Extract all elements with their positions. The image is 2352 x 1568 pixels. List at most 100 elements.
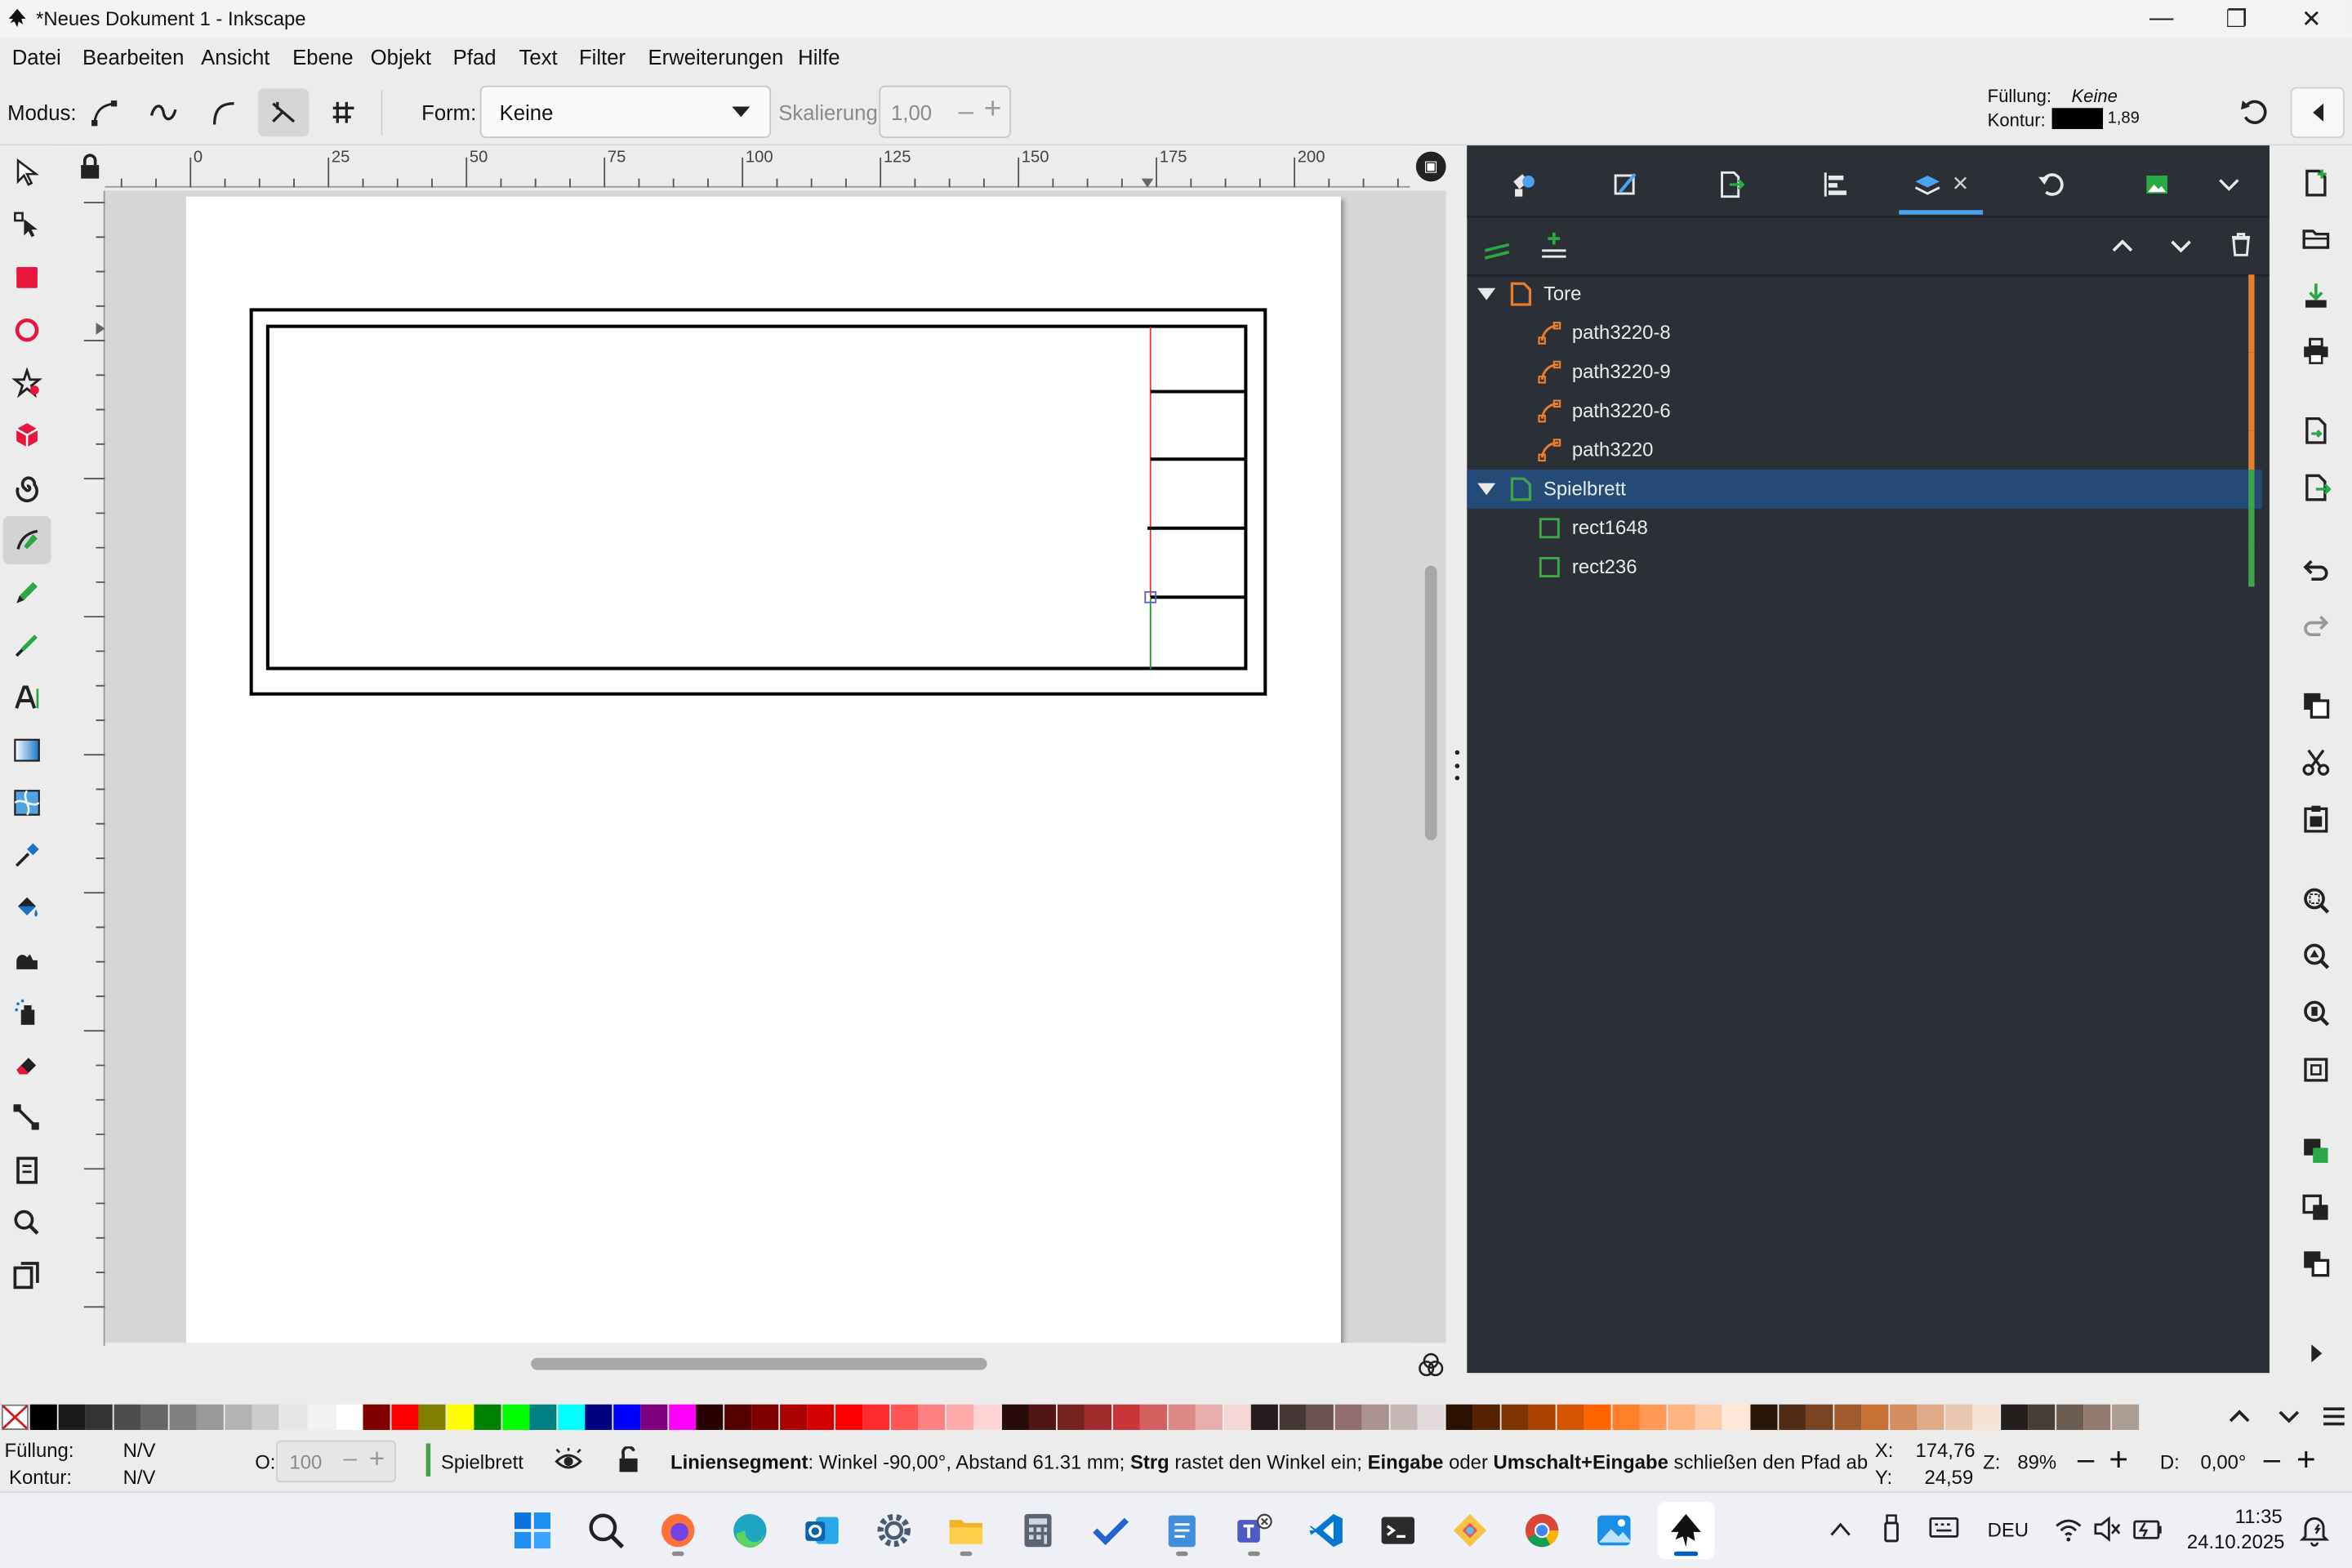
color-swatch[interactable] (1750, 1404, 1778, 1430)
color-swatch[interactable] (2000, 1404, 2028, 1430)
expander-icon[interactable] (1477, 287, 1496, 301)
gradient-tool-button[interactable] (3, 726, 51, 774)
rotation-value[interactable]: 0,00° (2200, 1451, 2246, 1474)
pencil-tool-button[interactable] (3, 568, 51, 617)
layer-lock-icon[interactable] (617, 1446, 640, 1473)
mode-paraxial-button[interactable] (318, 88, 368, 136)
color-swatch[interactable] (1084, 1404, 1111, 1430)
start-button[interactable] (504, 1502, 561, 1559)
menu-ebene[interactable]: Ebene (292, 45, 353, 69)
color-swatch[interactable] (1917, 1404, 1944, 1430)
color-swatch[interactable] (1944, 1404, 1972, 1430)
color-swatch[interactable] (29, 1404, 57, 1430)
object-row-rect236[interactable]: rect236 (1467, 547, 2261, 587)
taskbar-calculator[interactable] (1009, 1502, 1067, 1559)
color-swatch[interactable] (640, 1404, 668, 1430)
trash-icon[interactable] (2227, 231, 2254, 258)
current-layer-name[interactable]: Spielbrett (441, 1451, 523, 1474)
menu-filter[interactable]: Filter (579, 45, 626, 69)
fill-indicator-value[interactable]: Keine (2071, 86, 2117, 107)
color-swatch[interactable] (1472, 1404, 1500, 1430)
color-swatch[interactable] (557, 1404, 585, 1430)
taskbar-vscode[interactable] (1298, 1502, 1355, 1559)
color-swatch[interactable] (1695, 1404, 1722, 1430)
color-swatch[interactable] (2028, 1404, 2056, 1430)
color-swatch[interactable] (85, 1404, 113, 1430)
menu-ansicht[interactable]: Ansicht (201, 45, 270, 69)
zoom-page-button[interactable] (2292, 991, 2340, 1036)
color-swatch[interactable] (1361, 1404, 1389, 1430)
stroke-color-swatch[interactable] (2051, 108, 2104, 130)
tab-export[interactable] (1689, 158, 1773, 212)
minimize-button[interactable]: — (2127, 0, 2195, 38)
color-swatch[interactable] (1611, 1404, 1639, 1430)
open-button[interactable] (2292, 216, 2340, 261)
close-window-button[interactable]: ✕ (2277, 0, 2345, 38)
rotate-plus-icon[interactable]: + (2296, 1441, 2316, 1480)
color-swatch[interactable] (1195, 1404, 1223, 1430)
duplicate-button[interactable] (2292, 1129, 2340, 1174)
color-swatch[interactable] (1722, 1404, 1750, 1430)
display-mode-icon[interactable]: ▣ (1415, 151, 1446, 182)
paste-button[interactable] (2292, 797, 2340, 842)
rect236[interactable] (249, 308, 1267, 696)
taskbar-teams[interactable] (1226, 1502, 1283, 1559)
color-swatch[interactable] (446, 1404, 474, 1430)
menu-text[interactable]: Text (519, 45, 557, 69)
menu-datei[interactable]: Datei (12, 45, 61, 69)
color-swatch[interactable] (1028, 1404, 1057, 1430)
status-stroke-value[interactable]: N/V (123, 1466, 156, 1489)
taskbar-chrome[interactable] (1513, 1502, 1570, 1559)
palette-scroll-up-icon[interactable] (2227, 1406, 2251, 1428)
spiral-tool-button[interactable] (3, 464, 51, 512)
zoom-in-icon[interactable]: + (2109, 1441, 2128, 1480)
spray-tool-button[interactable] (3, 989, 51, 1037)
color-swatch[interactable] (307, 1404, 335, 1430)
color-swatch[interactable] (1806, 1404, 1833, 1430)
color-swatch[interactable] (168, 1404, 196, 1430)
move-down-icon[interactable] (2167, 233, 2194, 260)
minus-icon[interactable]: – (959, 96, 973, 128)
lock-guides-icon[interactable] (78, 153, 102, 180)
save-button[interactable] (2292, 273, 2340, 318)
plus-icon[interactable]: + (369, 1443, 385, 1475)
color-swatch[interactable] (1000, 1404, 1029, 1430)
mode-bspline-button[interactable] (198, 88, 248, 136)
color-swatch[interactable] (751, 1404, 779, 1430)
menu-bearbeiten[interactable]: Bearbeiten (82, 45, 184, 69)
color-swatch[interactable] (2111, 1404, 2139, 1430)
ellipse-tool-button[interactable] (3, 306, 51, 354)
object-row-path3220[interactable]: path3220 (1467, 430, 2261, 470)
color-swatch[interactable] (1584, 1404, 1611, 1430)
close-tab-icon[interactable]: ✕ (1952, 171, 1970, 196)
language-indicator[interactable]: DEU (1988, 1518, 2029, 1541)
color-swatch[interactable] (1167, 1404, 1195, 1430)
color-swatch[interactable] (1778, 1404, 1806, 1430)
tweak-tool-button[interactable] (3, 936, 51, 984)
mode-spiro-button[interactable] (138, 88, 189, 136)
taskbar-edge[interactable] (721, 1502, 778, 1559)
unlink-clone-button[interactable] (2292, 1241, 2340, 1285)
color-swatch[interactable] (1334, 1404, 1361, 1430)
pen-tool-button[interactable] (2, 516, 51, 564)
layer-row-spielbrett[interactable]: Spielbrett (1467, 470, 2262, 509)
object-row-path3220-8[interactable]: path3220-8 (1467, 313, 2261, 353)
color-swatch[interactable] (529, 1404, 557, 1430)
zoom-value[interactable]: 89% (2017, 1451, 2056, 1474)
taskbar-todo[interactable] (1081, 1502, 1138, 1559)
color-swatch[interactable] (1833, 1404, 1861, 1430)
print-button[interactable] (2292, 328, 2340, 373)
clock-time[interactable]: 11:35 (2235, 1505, 2283, 1528)
document-page[interactable] (185, 196, 1342, 1343)
taskbar-terminal[interactable] (1370, 1502, 1427, 1559)
color-swatch[interactable] (140, 1404, 168, 1430)
move-up-icon[interactable] (2109, 233, 2136, 260)
keyboard-icon[interactable] (1929, 1516, 1959, 1539)
color-swatch[interactable] (335, 1404, 363, 1430)
commands-bar-overflow[interactable] (2292, 1331, 2340, 1376)
object-row-path3220-6[interactable]: path3220-6 (1467, 391, 2261, 431)
color-swatch[interactable] (1528, 1404, 1556, 1430)
zoom-drawing-button[interactable] (2292, 933, 2340, 978)
color-swatch[interactable] (1250, 1404, 1278, 1430)
clock-date[interactable]: 24.10.2025 (2187, 1530, 2285, 1553)
